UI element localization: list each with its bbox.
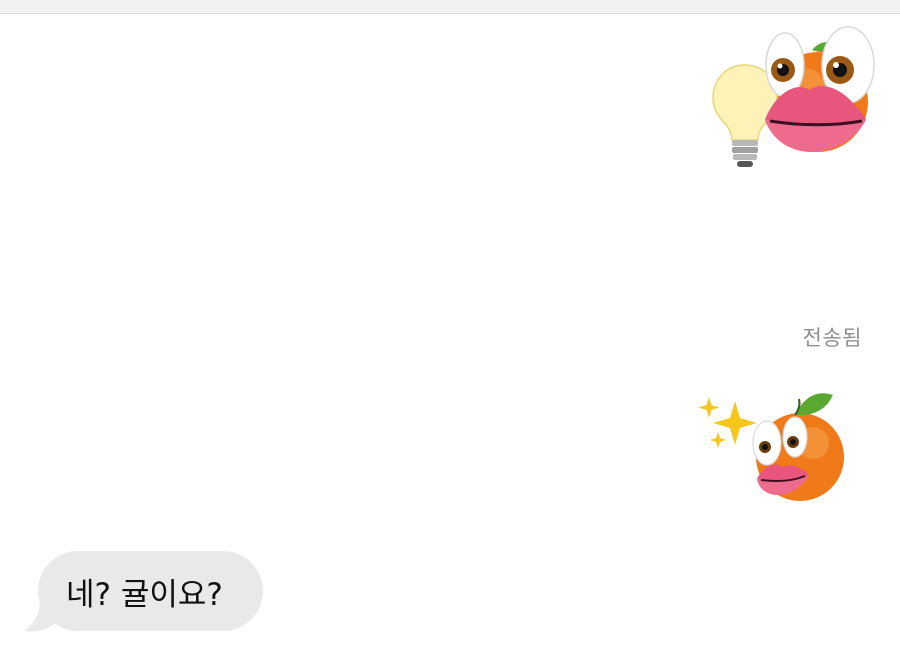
received-message-bubble[interactable]: 네? 귤이요?	[38, 551, 263, 631]
delivered-status: 전송됨	[802, 326, 862, 350]
top-bar	[0, 0, 900, 14]
sticker-sparkles-tangerine[interactable]	[695, 385, 855, 505]
received-message-text: 네? 귤이요?	[66, 576, 223, 613]
sparkles-icon	[698, 397, 757, 448]
messages-screen: 전송됨 네? 귤이요?	[0, 0, 900, 650]
sticker-lightbulb-face[interactable]	[700, 20, 885, 180]
